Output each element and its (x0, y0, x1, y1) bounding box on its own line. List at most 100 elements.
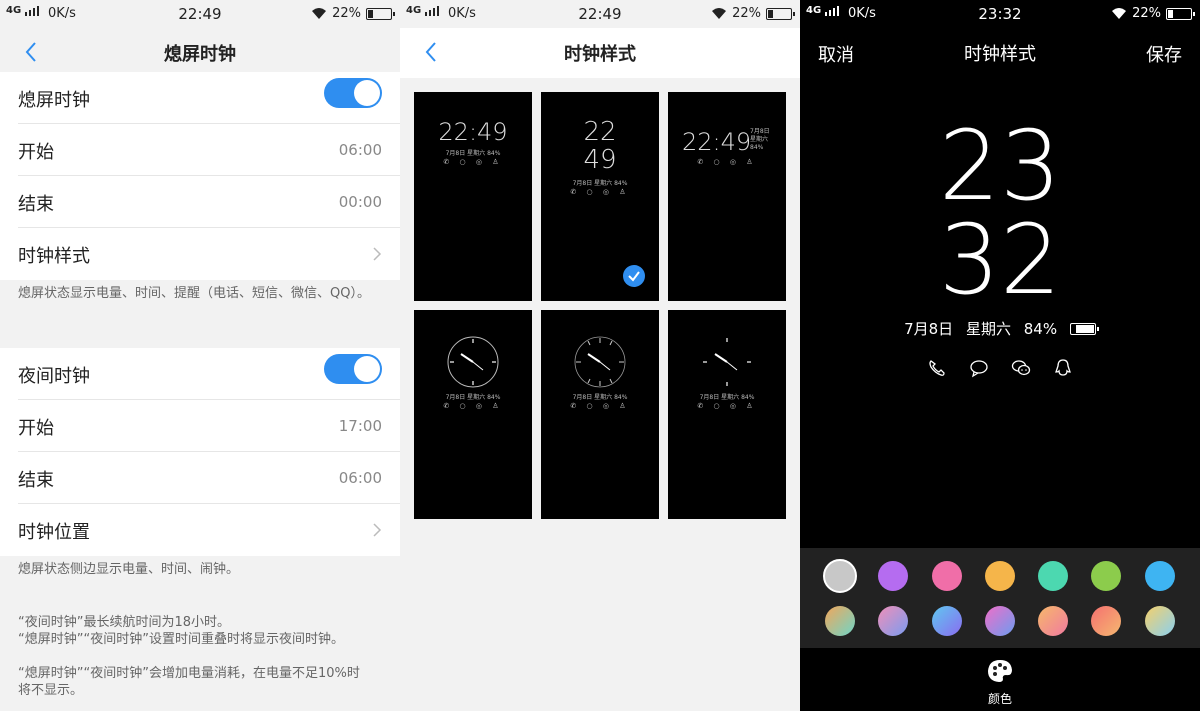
clock-style-screen: 4G 0K/s 22:49 22% 时钟样式 22:49 7月8日 星期六 84… (400, 0, 800, 711)
aod-start-row[interactable]: 开始 06:00 (18, 124, 400, 176)
thumb-notif-icons: ✆ ○ ◎ ♙ (570, 188, 630, 196)
date-text: 7月8日 (904, 320, 954, 338)
page-title: 熄屏时钟 (164, 44, 236, 65)
thumb-notif-icons: ✆ ○ ◎ ♙ (697, 158, 757, 166)
chevron-right-icon (373, 523, 382, 537)
weekday-text: 星期六 (965, 320, 1011, 338)
gradient-swatch[interactable] (1145, 606, 1175, 636)
battery-level-text: 84% (1023, 320, 1058, 338)
gradient-swatch[interactable] (985, 606, 1015, 636)
date-battery-line: 7月8日 星期六 84% (800, 318, 1200, 339)
thumb-notif-icons: ✆ ○ ◎ ♙ (443, 402, 503, 410)
clock-style-editor-screen: 4G 0K/s 23:32 22% 取消 时钟样式 保存 23 32 7月8日 … (800, 0, 1200, 711)
thumb-notif-icons: ✆ ○ ◎ ♙ (570, 402, 630, 410)
row-label: 结束 (18, 470, 54, 491)
row-value: 06:00 (338, 141, 382, 159)
message-icon (970, 360, 988, 378)
row-value: 17:00 (338, 417, 382, 435)
analog-clock-face (447, 336, 499, 388)
thumb-notif-icons: ✆ ○ ◎ ♙ (697, 402, 757, 410)
night-start-row[interactable]: 开始 17:00 (18, 400, 400, 452)
color-palette (800, 548, 1200, 648)
row-label: 时钟样式 (18, 246, 90, 267)
thumb-time: 22:49 (682, 128, 752, 156)
aod-note: 熄屏状态显示电量、时间、提醒（电话、短信、微信、QQ）。 (18, 286, 370, 301)
thumb-notif-icons: ✆ ○ ◎ ♙ (443, 158, 503, 166)
thumb-hour: 22 (583, 117, 617, 147)
clock-style-option-5[interactable]: 7月8日 星期六 84% ✆ ○ ◎ ♙ (541, 310, 659, 519)
gradient-swatch[interactable] (1038, 606, 1068, 636)
battery-icon (1069, 323, 1099, 335)
color-swatch[interactable] (1145, 561, 1175, 591)
qq-icon (1055, 359, 1071, 376)
thumb-date: 7月8日 星期六 84% (445, 394, 501, 401)
save-button[interactable]: 保存 (1146, 41, 1182, 67)
clock-style-option-3[interactable]: 22:49 7月8日 星期六 84% ✆ ○ ◎ ♙ (668, 92, 786, 301)
aod-settings-screen: 4G 0K/s 22:49 22% 熄屏时钟 熄屏时钟 开始 06:00 结束 … (0, 0, 400, 711)
thumb-side-info: 7月8日 星期六 84% (750, 128, 770, 151)
night-toggle-switch[interactable] (324, 354, 382, 384)
footnote: “熄屏时钟”“夜间时钟”设置时间重叠时将显示夜间时钟。 (18, 632, 344, 647)
wifi-icon (312, 8, 327, 19)
thumb-date: 7月8日 星期六 84% (445, 150, 501, 157)
night-toggle-row[interactable]: 夜间时钟 (18, 348, 400, 400)
clock-style-option-4[interactable]: 7月8日 星期六 84% ✆ ○ ◎ ♙ (414, 310, 532, 519)
night-clock-group: 夜间时钟 开始 17:00 结束 06:00 时钟位置 (0, 348, 400, 556)
wifi-icon (712, 8, 727, 19)
clock-position-row[interactable]: 时钟位置 (18, 504, 400, 556)
wechat-icon (1011, 360, 1031, 376)
aod-settings-group: 熄屏时钟 开始 06:00 结束 00:00 时钟样式 (0, 72, 400, 280)
row-label: 夜间时钟 (18, 366, 90, 387)
battery-icon (1166, 7, 1195, 20)
row-label: 熄屏时钟 (18, 90, 90, 111)
analog-clock-face (574, 336, 626, 388)
gradient-swatch[interactable] (1091, 606, 1121, 636)
gradient-swatch[interactable] (825, 606, 855, 636)
color-swatch[interactable] (985, 561, 1015, 591)
phone-icon (929, 360, 945, 376)
clock-style-option-2[interactable]: 22 49 7月8日 星期六 84% ✆ ○ ◎ ♙ (541, 92, 659, 301)
gradient-swatch[interactable] (932, 606, 962, 636)
row-label: 结束 (18, 194, 54, 215)
battery-percent: 22% (732, 6, 761, 21)
battery-percent: 22% (1132, 6, 1161, 21)
chevron-right-icon (373, 247, 382, 261)
palette-icon (988, 660, 1012, 682)
status-bar: 4G 0K/s 22:49 22% (400, 0, 800, 28)
gradient-swatch[interactable] (878, 606, 908, 636)
row-label: 开始 (18, 142, 54, 163)
row-label: 时钟位置 (18, 522, 90, 543)
nav-bar: 熄屏时钟 (0, 28, 400, 78)
clock-hour: 23 (938, 110, 1062, 222)
status-bar: 4G 0K/s 23:32 22% (800, 0, 1200, 28)
night-note: 熄屏状态侧边显示电量、时间、闹钟。 (18, 562, 240, 577)
battery-icon (366, 7, 395, 20)
color-swatch[interactable] (1038, 561, 1068, 591)
notification-icons (800, 358, 1200, 378)
thumb-date: 7月8日 星期六 84% (699, 394, 755, 401)
selected-check-icon (623, 265, 645, 287)
clock-style-option-1[interactable]: 22:49 7月8日 星期六 84% ✆ ○ ◎ ♙ (414, 92, 532, 301)
color-swatch[interactable] (1091, 561, 1121, 591)
page-title: 时钟样式 (964, 44, 1036, 65)
aod-toggle-switch[interactable] (324, 78, 382, 108)
row-label: 开始 (18, 418, 54, 439)
aod-toggle-row[interactable]: 熄屏时钟 (18, 72, 400, 124)
analog-clock-face (703, 338, 751, 386)
clock-style-option-6[interactable]: 7月8日 星期六 84% ✆ ○ ◎ ♙ (668, 310, 786, 519)
wifi-icon (1112, 8, 1127, 19)
thumb-minute: 49 (583, 145, 617, 175)
color-button-label: 颜色 (987, 692, 1012, 706)
nav-bar: 时钟样式 (400, 28, 800, 78)
clock-style-row[interactable]: 时钟样式 (18, 228, 400, 280)
color-button[interactable]: 颜色 (800, 658, 1200, 707)
thumb-time: 22:49 (438, 118, 508, 146)
night-end-row[interactable]: 结束 06:00 (18, 452, 400, 504)
color-swatch[interactable] (932, 561, 962, 591)
color-swatch[interactable] (878, 561, 908, 591)
nav-bar: 取消 时钟样式 保存 (800, 28, 1200, 78)
footnote: “夜间时钟”最长续航时间为18小时。 (18, 615, 231, 630)
row-value: 06:00 (338, 469, 382, 487)
aod-end-row[interactable]: 结束 00:00 (18, 176, 400, 228)
color-swatch[interactable] (823, 559, 857, 593)
